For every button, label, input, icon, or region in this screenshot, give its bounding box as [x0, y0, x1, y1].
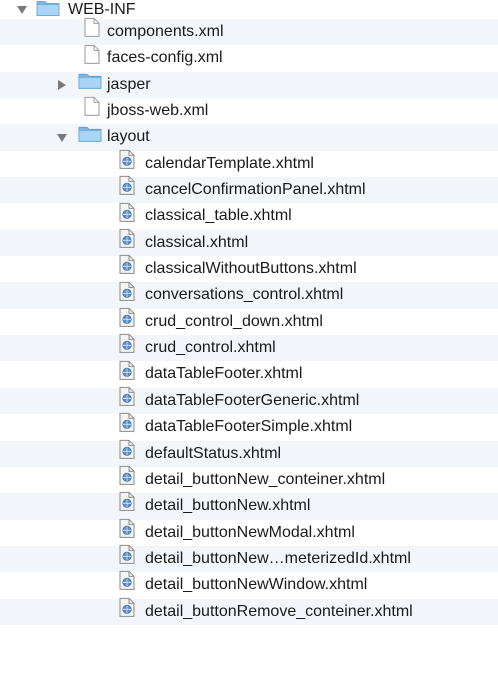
xhtml-document-icon — [119, 544, 135, 573]
tree-row-label: defaultStatus.xhtml — [145, 444, 282, 462]
xhtml-document-icon — [119, 307, 135, 336]
tree-row-label: WEB-INF — [68, 1, 136, 18]
xhtml-document-icon — [119, 492, 135, 521]
tree-row-file[interactable]: dataTableFooterSimple.xhtml — [0, 413, 498, 442]
tree-row-label: cancelConfirmationPanel.xhtml — [145, 181, 366, 199]
document-icon — [84, 18, 100, 47]
xhtml-document-icon — [119, 228, 135, 257]
tree-row-file[interactable]: crud_control_down.xhtml — [0, 307, 498, 336]
tree-row-label: crud_control_down.xhtml — [145, 312, 323, 330]
tree-row-label: dataTableFooterGeneric.xhtml — [145, 391, 360, 409]
xhtml-document-icon — [119, 518, 135, 547]
tree-row-label: jasper — [107, 75, 151, 93]
document-icon — [84, 97, 100, 126]
tree-row-label: detail_buttonNewModal.xhtml — [145, 523, 355, 541]
tree-row-file[interactable]: conversations_control.xhtml — [0, 281, 498, 310]
tree-row-label: layout — [107, 128, 150, 146]
tree-row-layout[interactable]: layout — [0, 124, 498, 151]
tree-row-file[interactable]: cancelConfirmationPanel.xhtml — [0, 176, 498, 205]
tree-row-label: detail_buttonRemove_conteiner.xhtml — [145, 602, 413, 620]
xhtml-document-icon — [119, 597, 135, 626]
xhtml-document-icon — [119, 386, 135, 415]
file-tree: WEB-INF components.xml faces-config.xml — [0, 0, 498, 681]
tree-row-file[interactable]: dataTableFooterGeneric.xhtml — [0, 386, 498, 415]
tree-row-faces-config-xml[interactable]: faces-config.xml — [0, 44, 498, 73]
tree-row-components-xml[interactable]: components.xml — [0, 18, 498, 47]
document-icon — [84, 44, 100, 73]
tree-row-label: classical.xhtml — [145, 233, 249, 251]
tree-row-file[interactable]: classical_table.xhtml — [0, 202, 498, 231]
xhtml-document-icon — [119, 465, 135, 494]
tree-row-label: faces-config.xml — [107, 49, 223, 67]
tree-row-file[interactable]: detail_buttonNew.xhtml — [0, 492, 498, 521]
tree-row-file[interactable]: classicalWithoutButtons.xhtml — [0, 255, 498, 284]
tree-row-label: components.xml — [107, 23, 224, 40]
tree-row-file[interactable]: detail_buttonRemove_conteiner.xhtml — [0, 597, 498, 626]
xhtml-document-icon — [119, 334, 135, 363]
tree-row-file[interactable]: detail_buttonNewWindow.xhtml — [0, 571, 498, 600]
triangle-down-icon[interactable] — [56, 132, 68, 144]
xhtml-document-icon — [119, 255, 135, 284]
tree-row-label: conversations_control.xhtml — [145, 286, 344, 304]
tree-row-file[interactable]: detail_buttonNew_conteiner.xhtml — [0, 465, 498, 494]
folder-icon — [78, 71, 102, 98]
tree-row-file[interactable]: crud_control.xhtml — [0, 334, 498, 363]
tree-row-web-inf[interactable]: WEB-INF — [0, 0, 498, 19]
tree-row-file[interactable]: dataTableFooter.xhtml — [0, 360, 498, 389]
triangle-right-icon[interactable] — [56, 79, 68, 91]
tree-row-label: calendarTemplate.xhtml — [145, 154, 314, 172]
tree-row-label: detail_buttonNew.xhtml — [145, 497, 311, 515]
triangle-down-icon[interactable] — [16, 4, 28, 16]
folder-icon — [78, 124, 102, 151]
tree-row-file[interactable]: detail_buttonNew…meterizedId.xhtml — [0, 544, 498, 573]
tree-row-label: jboss-web.xml — [107, 102, 209, 120]
xhtml-document-icon — [119, 176, 135, 205]
tree-row-label: detail_buttonNew…meterizedId.xhtml — [145, 549, 411, 567]
tree-row-jasper[interactable]: jasper — [0, 71, 498, 99]
xhtml-document-icon — [119, 413, 135, 442]
tree-row-file[interactable]: classical.xhtml — [0, 228, 498, 257]
xhtml-document-icon — [119, 439, 135, 468]
xhtml-document-icon — [119, 202, 135, 231]
tree-row-label: classical_table.xhtml — [145, 207, 292, 225]
tree-row-label: detail_buttonNewWindow.xhtml — [145, 576, 368, 594]
xhtml-document-icon — [119, 281, 135, 310]
tree-row-label: dataTableFooterSimple.xhtml — [145, 418, 353, 436]
tree-row-label: crud_control.xhtml — [145, 339, 276, 357]
tree-row-file[interactable]: defaultStatus.xhtml — [0, 439, 498, 468]
xhtml-document-icon — [119, 149, 135, 178]
tree-row-label: dataTableFooter.xhtml — [145, 365, 303, 383]
tree-row-label: detail_buttonNew_conteiner.xhtml — [145, 470, 386, 488]
tree-row-file[interactable]: detail_buttonNewModal.xhtml — [0, 518, 498, 547]
tree-row-label: classicalWithoutButtons.xhtml — [145, 260, 357, 278]
folder-icon — [36, 0, 60, 21]
tree-row-jboss-web-xml[interactable]: jboss-web.xml — [0, 97, 498, 126]
xhtml-document-icon — [119, 360, 135, 389]
tree-row-file[interactable]: calendarTemplate.xhtml — [0, 149, 498, 178]
xhtml-document-icon — [119, 571, 135, 600]
